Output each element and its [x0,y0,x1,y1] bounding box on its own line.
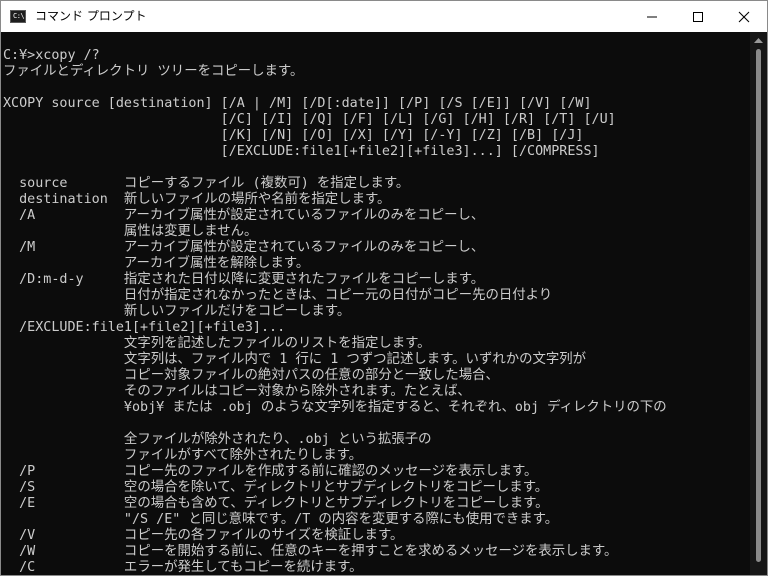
console-line: /W コピーを開始する前に、任意のキーを押すことを求めるメッセージを表示します。 [3,544,618,559]
console-line: /A アーカイブ属性が設定されているファイルのみをコピーし、 [3,208,485,223]
console-line: XCOPY source [destination] [/A | /M] [/D… [3,96,592,111]
console-line: 文字列を記述したファイルのリストを指定します。 [3,336,431,351]
vertical-scrollbar[interactable] [750,32,767,575]
console-line: /D:m-d-y 指定された日付以降に変更されたファイルをコピーします。 [3,272,485,287]
maximize-button[interactable] [675,1,721,32]
console-line: /C エラーが発生してもコピーを続けます。 [3,560,363,575]
console-app-icon[interactable]: C:\ [10,10,26,23]
minimize-button[interactable] [629,1,675,32]
close-button[interactable] [721,1,767,32]
app-icon-text: C:\ [13,12,25,20]
console-line: /M アーカイブ属性が設定されているファイルのみをコピーし、 [3,240,485,255]
console-line: destination 新しいファイルの場所や名前を指定します。 [3,192,391,207]
console-line: コピー対象ファイルの絶対パスの任意の部分と一致した場合、 [3,368,499,383]
console-output[interactable]: C:¥>xcopy /? ファイルとディレクトリ ツリーをコピーします。 XCO… [1,32,750,575]
console-line: C:¥>xcopy /? [3,48,100,63]
window-title: コマンド プロンプト [35,9,147,23]
console-line: /EXCLUDE:file1[+file2][+file3]... [3,320,286,335]
console-line: 日付が指定されなかったときは、コピー元の日付がコピー先の日付より [3,288,553,303]
console-line: source コピーするファイル (複数可) を指定します。 [3,176,410,191]
console-line: ファイルがすべて除外されたりします。 [3,448,363,463]
scroll-thumb[interactable] [756,49,761,562]
console-line: アーカイブ属性を解除します。 [3,256,310,271]
console-line: /P コピー先のファイルを作成する前に確認のメッセージを表示します。 [3,464,538,479]
scroll-up-arrow-icon [754,38,763,43]
console-line: /S 空の場合を除いて、ディレクトリとサブディレクトリをコピーします。 [3,480,549,495]
console-line: 新しいファイルだけをコピーします。 [3,304,351,319]
console-line: /V コピー先の各ファイルのサイズを検証します。 [3,528,404,543]
console-line: /E 空の場合も含めて、ディレクトリとサブディレクトリをコピーします。 [3,496,549,511]
close-icon [738,11,750,23]
console-line: ファイルとディレクトリ ツリーをコピーします。 [3,64,304,79]
console-line: 全ファイルが除外されたり、.obj という拡張子の [3,432,432,447]
console-line: 属性は変更しません。 [3,224,258,239]
minimize-icon [647,16,657,18]
command-prompt-window: C:\ コマンド プロンプト C:¥>xcopy /? ファイルとディレクトリ … [0,0,768,576]
console-line: [/EXCLUDE:file1[+file2][+file3]...] [/CO… [3,144,600,159]
scroll-up-button[interactable] [750,32,767,49]
console-line: 文字列は、ファイル内で 1 行に 1 つずつ記述します。いずれかの文字列が [3,352,587,367]
title-bar[interactable]: C:\ コマンド プロンプト [1,1,767,32]
console-line: [/C] [/I] [/Q] [/F] [/L] [/G] [/H] [/R] … [3,112,616,127]
console-line: ¥obj¥ または .obj のような文字列を指定すると、それぞれ、obj ディ… [3,400,667,415]
console-line: そのファイルはコピー対象から除外されます。たとえば、 [3,384,471,399]
maximize-icon [693,12,703,22]
console-line: "/S /E" と同じ意味です。/T の内容を変更する際にも使用できます。 [3,512,559,527]
console-line: [/K] [/N] [/O] [/X] [/Y] [/-Y] [/Z] [/B]… [3,128,584,143]
